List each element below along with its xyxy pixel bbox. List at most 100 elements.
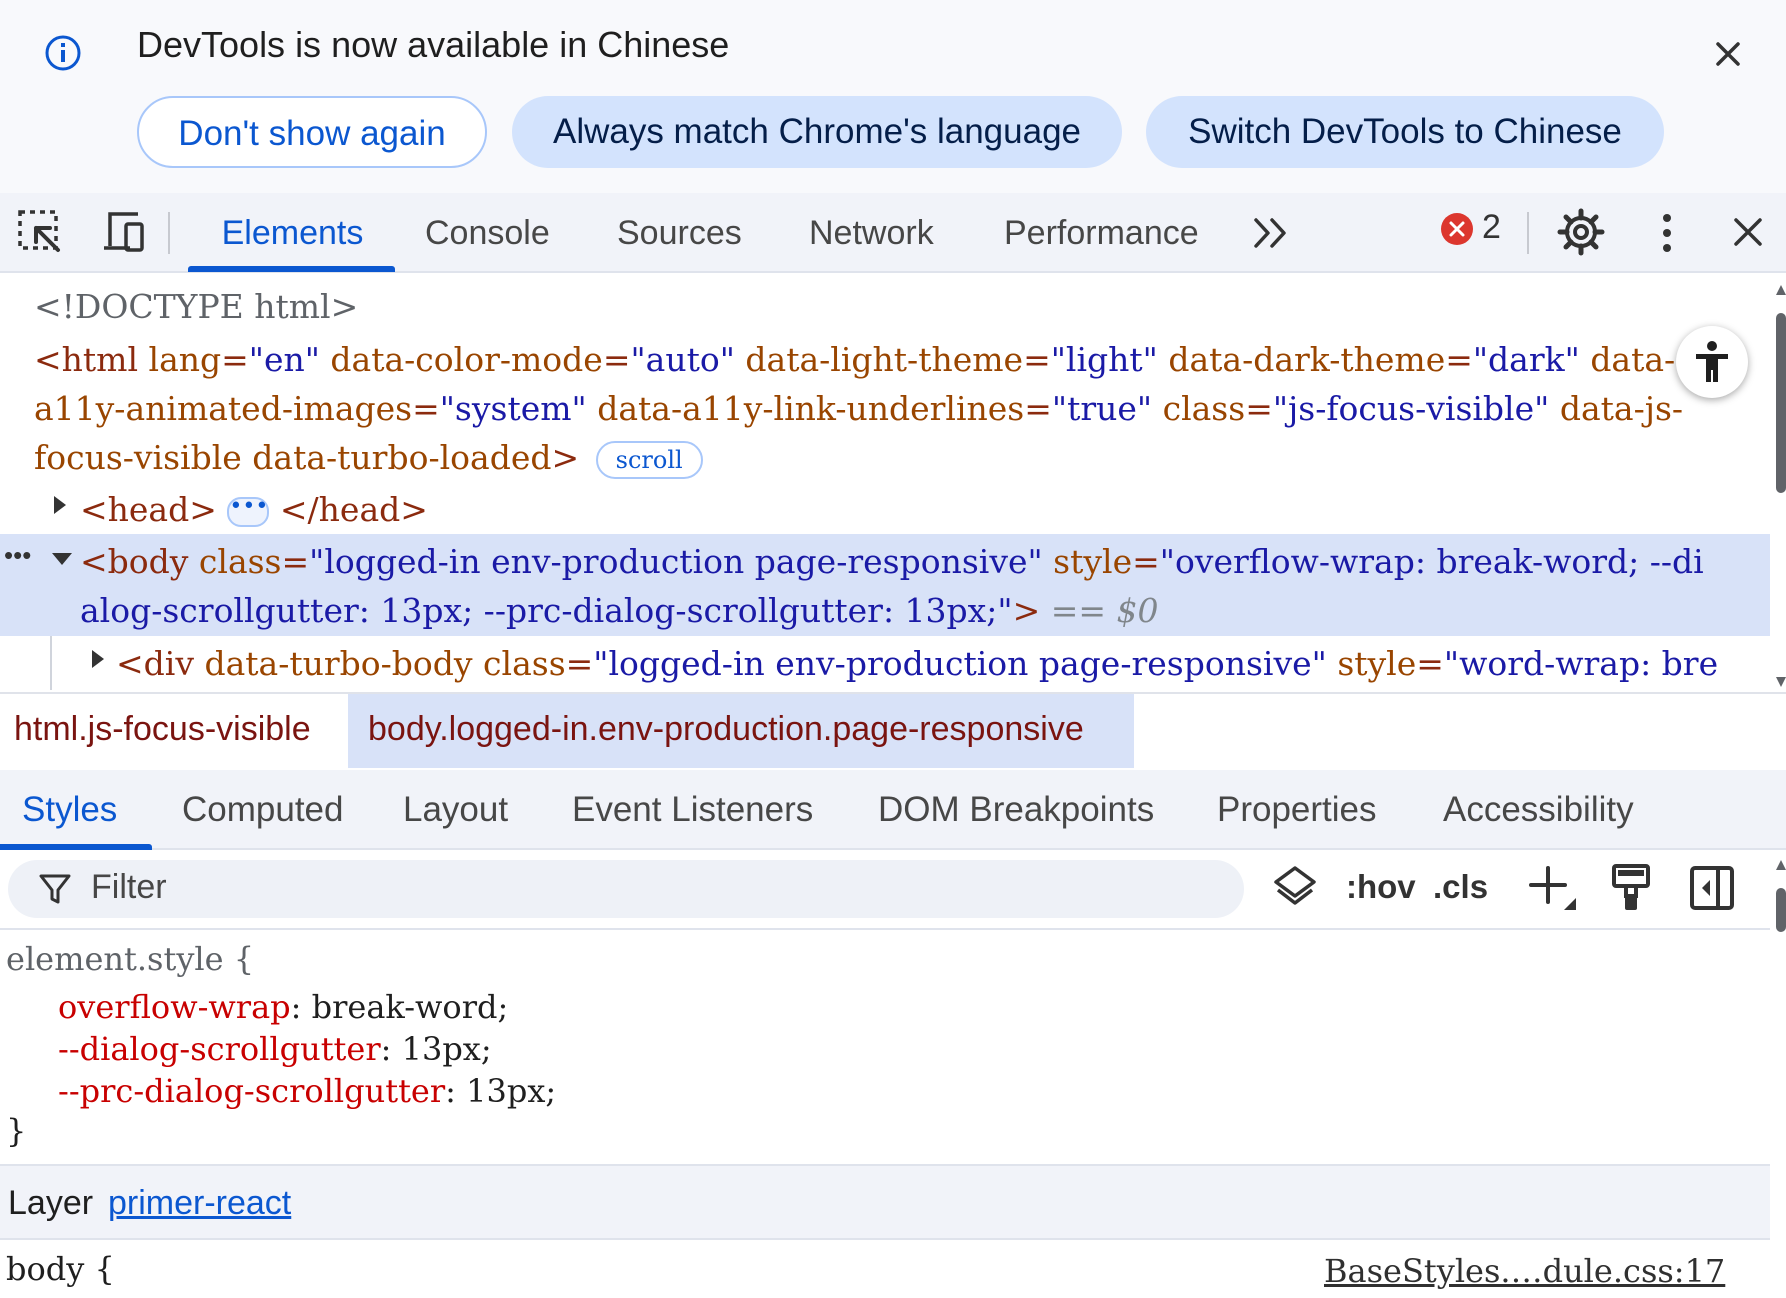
div-node[interactable]: <div data-turbo-body class="logged-in en… xyxy=(116,642,1718,686)
active-tab-indicator xyxy=(188,266,395,272)
styles-scrollbar[interactable] xyxy=(1776,860,1786,940)
layer-link[interactable]: primer-react xyxy=(108,1184,291,1223)
attr-value: "dark" xyxy=(1472,340,1580,379)
attr-name: style xyxy=(1337,644,1417,683)
tree-indent-guide xyxy=(50,636,52,690)
body-node-line1[interactable]: <body class="logged-in env-production pa… xyxy=(80,540,1704,584)
switch-to-chinese-button[interactable]: Switch DevTools to Chinese xyxy=(1146,96,1664,168)
tab-computed[interactable]: Computed xyxy=(182,770,343,850)
dont-show-again-button[interactable]: Don't show again xyxy=(137,96,487,168)
infobar-message: DevTools is now available in Chinese xyxy=(137,24,730,65)
scroll-up-arrow-icon[interactable] xyxy=(1776,285,1786,295)
device-toolbar-icon[interactable] xyxy=(100,208,148,256)
attr-name: class xyxy=(198,542,282,581)
head-open-tag: <head> xyxy=(80,490,217,529)
element-style-selector[interactable]: element.style { xyxy=(6,940,254,978)
accessibility-tree-toggle[interactable] xyxy=(1676,326,1748,398)
always-match-language-button[interactable]: Always match Chrome's language xyxy=(512,96,1122,168)
settings-gear-icon[interactable] xyxy=(1556,207,1606,257)
attr-name: lang xyxy=(148,340,222,379)
close-devtools-icon[interactable] xyxy=(1728,212,1768,252)
css-value[interactable]: 13px; xyxy=(466,1072,556,1110)
styles-filter-input[interactable] xyxy=(8,860,1244,918)
css-property[interactable]: --dialog-scrollgutter xyxy=(58,1030,381,1068)
css-property[interactable]: overflow-wrap xyxy=(58,988,291,1026)
attr-name: data-light-theme xyxy=(745,340,1024,379)
attr-name: class xyxy=(483,644,566,683)
tab-properties[interactable]: Properties xyxy=(1217,770,1377,850)
tab-sources[interactable]: Sources xyxy=(617,193,742,273)
attr-value: "light" xyxy=(1050,340,1158,379)
accessibility-person-icon xyxy=(1696,341,1728,382)
breadcrumb-body[interactable]: body.logged-in.env-production.page-respo… xyxy=(368,710,1084,749)
attr-value: "logged-in env-production page-responsiv… xyxy=(309,542,1043,581)
html-node-line2[interactable]: a11y-animated-images="system" data-a11y-… xyxy=(34,387,1683,431)
scroll-down-arrow-icon[interactable] xyxy=(1776,677,1786,687)
scrollbar-thumb[interactable] xyxy=(1776,313,1786,493)
doctype-node[interactable]: <!DOCTYPE html> xyxy=(34,285,358,329)
body-node-line2[interactable]: alog-scrollgutter: 13px; --prc-dialog-sc… xyxy=(80,589,1159,633)
scrollbar-thumb[interactable] xyxy=(1776,888,1786,932)
error-icon[interactable] xyxy=(1440,212,1474,246)
attr-name: a11y-animated-images xyxy=(34,389,413,428)
scroll-badge[interactable]: scroll xyxy=(595,441,703,479)
node-actions-ellipsis-icon[interactable]: ••• xyxy=(4,540,31,571)
style-declaration[interactable]: --prc-dialog-scrollgutter: 13px; xyxy=(58,1072,556,1110)
tab-elements[interactable]: Elements xyxy=(190,193,395,273)
attr-value: "word-wrap: bre xyxy=(1443,644,1719,683)
style-declaration[interactable]: --dialog-scrollgutter: 13px; xyxy=(58,1030,492,1068)
tab-network[interactable]: Network xyxy=(809,193,934,273)
dom-tree-scrollbar[interactable] xyxy=(1776,285,1786,687)
attr-name: data-a11y-link-underlines xyxy=(597,389,1025,428)
scroll-up-arrow-icon[interactable] xyxy=(1776,860,1786,870)
html-node-line3[interactable]: focus-visible data-turbo-loaded> scroll xyxy=(34,436,703,480)
attr-value: alog-scrollgutter: 13px; --prc-dialog-sc… xyxy=(80,591,1013,630)
active-subtab-indicator xyxy=(0,844,152,850)
collapse-triangle-icon[interactable] xyxy=(50,551,74,567)
head-close-tag: </head> xyxy=(279,490,428,529)
attr-value: "logged-in env-production page-responsiv… xyxy=(593,644,1327,683)
attr-name: data-turbo-body xyxy=(204,644,473,683)
filter-funnel-icon xyxy=(39,874,71,904)
attr-name: data-color-mode xyxy=(330,340,603,379)
attr-value: "auto" xyxy=(630,340,735,379)
hover-state-toggle[interactable]: :hov xyxy=(1346,868,1416,906)
tab-performance[interactable]: Performance xyxy=(1004,193,1199,273)
expand-triangle-icon[interactable] xyxy=(52,494,68,516)
more-options-icon[interactable] xyxy=(1652,210,1682,256)
inspect-element-icon[interactable] xyxy=(16,208,64,256)
css-property[interactable]: --prc-dialog-scrollgutter xyxy=(58,1072,445,1110)
css-value[interactable]: 13px; xyxy=(402,1030,492,1068)
toggle-layers-icon[interactable] xyxy=(1270,862,1320,912)
body-rule-selector[interactable]: body { xyxy=(6,1250,115,1288)
layer-label: Layer xyxy=(8,1184,94,1222)
element-state-paintbrush-icon[interactable] xyxy=(1608,862,1656,914)
tab-console[interactable]: Console xyxy=(425,193,550,273)
attr-value: "true" xyxy=(1051,389,1153,428)
stylesheet-source-link[interactable]: BaseStyles.…dule.css:17 xyxy=(1324,1252,1725,1290)
class-toggle[interactable]: .cls xyxy=(1433,868,1488,906)
tab-dom-breakpoints[interactable]: DOM Breakpoints xyxy=(878,770,1154,850)
attr-name: class xyxy=(1162,389,1246,428)
style-declaration[interactable]: overflow-wrap: break-word; xyxy=(58,988,508,1026)
tag-close: > xyxy=(551,438,580,477)
new-style-rule-icon[interactable] xyxy=(1526,862,1578,914)
tab-styles[interactable]: Styles xyxy=(22,770,117,850)
close-infobar-icon[interactable] xyxy=(1708,34,1748,74)
tab-layout[interactable]: Layout xyxy=(403,770,508,850)
attr-value: "system" xyxy=(439,389,587,428)
error-count[interactable]: 2 xyxy=(1482,208,1501,247)
tab-event-listeners[interactable]: Event Listeners xyxy=(572,770,813,850)
collapsed-ellipsis-badge[interactable]: ••• xyxy=(227,496,270,527)
more-tabs-chevron-icon[interactable] xyxy=(1250,212,1292,254)
attr-name: focus-visible data-turbo-loaded xyxy=(34,438,552,477)
css-value[interactable]: break-word; xyxy=(312,988,509,1026)
toolbar-divider xyxy=(1527,212,1529,254)
html-node-line1[interactable]: <html lang="en" data-color-mode="auto" d… xyxy=(34,338,1675,382)
toggle-computed-sidebar-icon[interactable] xyxy=(1688,864,1736,912)
breadcrumb-html[interactable]: html.js-focus-visible xyxy=(14,710,311,749)
expand-triangle-icon[interactable] xyxy=(90,648,106,670)
tab-accessibility[interactable]: Accessibility xyxy=(1443,770,1634,850)
rule-close-brace: } xyxy=(6,1112,27,1150)
head-node[interactable]: <head> ••• </head> xyxy=(80,488,428,532)
